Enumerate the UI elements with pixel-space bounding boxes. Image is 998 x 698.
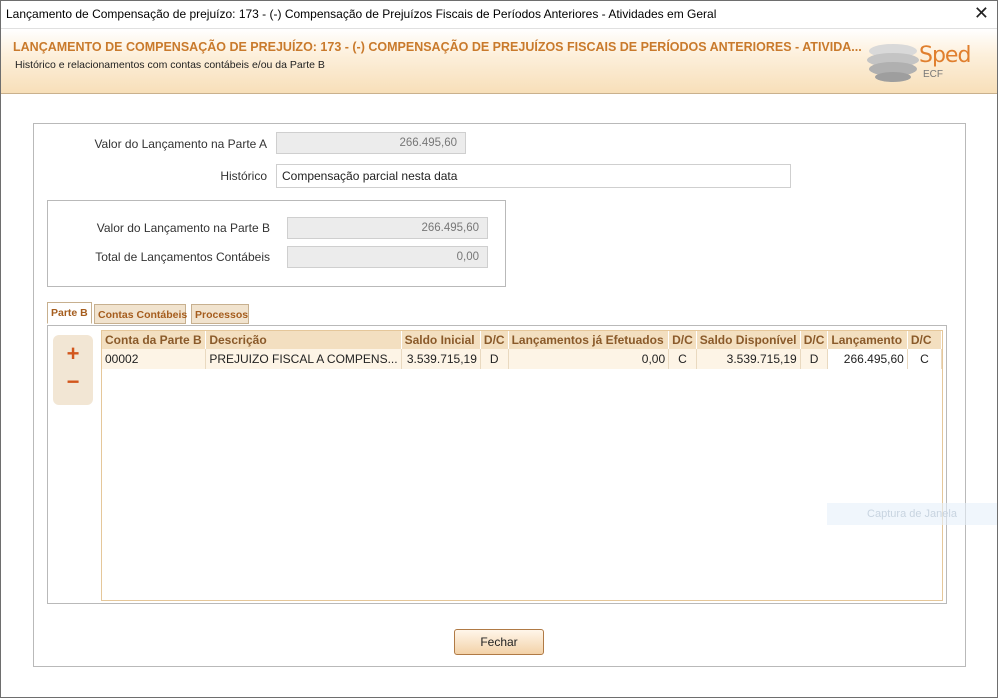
valor-parte-a-label: Valor do Lançamento na Parte A bbox=[94, 137, 267, 151]
globe-icon bbox=[867, 44, 919, 82]
remove-row-button[interactable]: − bbox=[61, 371, 85, 395]
tab-panel-parte-b: + − Conta da Parte B Descrição Saldo Ini… bbox=[47, 325, 947, 604]
valor-parte-b-field[interactable]: 266.495,60 bbox=[287, 217, 488, 239]
cell-lancamento[interactable]: 266.495,60 bbox=[827, 349, 908, 369]
parte-b-grid: Conta da Parte B Descrição Saldo Inicial… bbox=[101, 330, 943, 601]
logo-text: Sped bbox=[919, 43, 971, 68]
total-contabeis-field[interactable]: 0,00 bbox=[287, 246, 488, 268]
col-header[interactable]: Conta da Parte B bbox=[102, 331, 207, 349]
col-header[interactable]: Saldo Inicial bbox=[401, 331, 481, 349]
tab-parte-b[interactable]: Parte B bbox=[47, 302, 92, 324]
data-table: Conta da Parte B Descrição Saldo Inicial… bbox=[102, 331, 943, 369]
cell-lancamentos-efetuados[interactable]: 0,00 bbox=[508, 349, 670, 369]
parte-b-summary-box: Valor do Lançamento na Parte B 266.495,6… bbox=[47, 200, 506, 287]
col-header[interactable]: D/C bbox=[800, 331, 829, 349]
valor-parte-a-field[interactable]: 266.495,60 bbox=[276, 132, 466, 154]
cell-saldo-inicial[interactable]: 3.539.715,19 bbox=[401, 349, 481, 369]
cell-conta[interactable]: 00002 bbox=[102, 349, 207, 369]
cell-dc[interactable]: C bbox=[668, 349, 697, 369]
table-row[interactable]: 00002 PREJUIZO FISCAL A COMPENS... 3.539… bbox=[102, 349, 943, 369]
row-action-toolbar: + − bbox=[53, 335, 93, 405]
header-title: LANÇAMENTO DE COMPENSAÇÃO DE PREJUÍZO: 1… bbox=[13, 40, 862, 54]
col-header[interactable]: Descrição bbox=[205, 331, 402, 349]
sped-logo: Sped ECF bbox=[867, 37, 977, 85]
historico-field[interactable]: Compensação parcial nesta data bbox=[276, 164, 791, 188]
header-banner: LANÇAMENTO DE COMPENSAÇÃO DE PREJUÍZO: 1… bbox=[1, 28, 997, 94]
fechar-button[interactable]: Fechar bbox=[454, 629, 544, 655]
main-panel: Valor do Lançamento na Parte A 266.495,6… bbox=[33, 123, 966, 667]
total-contabeis-label: Total de Lançamentos Contábeis bbox=[95, 250, 270, 264]
close-icon[interactable]: ✕ bbox=[974, 3, 989, 23]
col-header[interactable]: Saldo Disponível bbox=[696, 331, 801, 349]
cell-dc[interactable]: C bbox=[907, 349, 943, 369]
window-title: Lançamento de Compensação de prejuízo: 1… bbox=[6, 7, 717, 21]
title-bar: Lançamento de Compensação de prejuízo: 1… bbox=[1, 1, 997, 27]
col-header[interactable]: D/C bbox=[907, 331, 943, 349]
cell-dc[interactable]: D bbox=[800, 349, 829, 369]
col-header[interactable]: Lançamentos já Efetuados bbox=[508, 331, 670, 349]
valor-parte-b-label: Valor do Lançamento na Parte B bbox=[96, 221, 270, 235]
tab-processos[interactable]: Processos bbox=[191, 304, 249, 324]
logo-subtext: ECF bbox=[923, 69, 943, 80]
col-header[interactable]: D/C bbox=[668, 331, 697, 349]
tab-contas-contabeis[interactable]: Contas Contábeis bbox=[94, 304, 187, 324]
add-row-button[interactable]: + bbox=[61, 343, 85, 367]
col-header[interactable]: Lançamento bbox=[827, 331, 908, 349]
cell-descricao[interactable]: PREJUIZO FISCAL A COMPENS... bbox=[205, 349, 402, 369]
header-subtitle: Histórico e relacionamentos com contas c… bbox=[15, 59, 325, 71]
cell-dc[interactable]: D bbox=[480, 349, 509, 369]
window-capture-watermark: Captura de Janela bbox=[827, 503, 997, 525]
col-header[interactable]: D/C bbox=[480, 331, 509, 349]
dialog-window: Lançamento de Compensação de prejuízo: 1… bbox=[0, 0, 998, 698]
table-header-row: Conta da Parte B Descrição Saldo Inicial… bbox=[102, 331, 943, 349]
historico-label: Histórico bbox=[220, 169, 267, 183]
cell-saldo-disponivel[interactable]: 3.539.715,19 bbox=[696, 349, 801, 369]
